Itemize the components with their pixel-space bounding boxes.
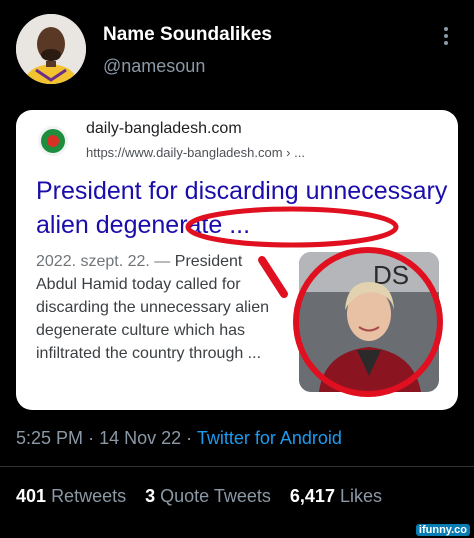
snippet-date: 2022. szept. 22. —	[36, 253, 171, 270]
separator: ·	[88, 428, 95, 448]
site-url: https://www.daily-bangladesh.com › ...	[86, 145, 305, 160]
divider	[0, 466, 474, 467]
likes-stat[interactable]: 6,417 Likes	[290, 486, 382, 506]
retweets-label: Retweets	[51, 486, 127, 506]
result-thumbnail: DS	[299, 252, 439, 392]
attached-screenshot[interactable]: daily-bangladesh.com https://www.daily-b…	[16, 110, 458, 410]
quote-tweets-count: 3	[145, 486, 156, 506]
retweets-count: 401	[16, 486, 47, 506]
result-title: President for discarding unnecessary ali…	[36, 177, 448, 239]
result-snippet: 2022. szept. 22. — President Abdul Hamid…	[36, 250, 286, 365]
separator: ·	[186, 428, 193, 448]
tweet-time: 5:25 PM	[16, 428, 84, 448]
more-vertical-icon[interactable]	[440, 24, 452, 54]
likes-label: Likes	[339, 486, 382, 506]
retweets-stat[interactable]: 401 Retweets	[16, 486, 126, 506]
user-handle[interactable]: @namesoun	[103, 56, 205, 77]
quote-tweets-stat[interactable]: 3 Quote Tweets	[145, 486, 271, 506]
quote-tweets-label: Quote Tweets	[160, 486, 271, 506]
site-logo-icon	[38, 126, 68, 156]
tweet-metadata: 5:25 PM · 14 Nov 22 · Twitter for Androi…	[16, 428, 342, 449]
client-link[interactable]: Twitter for Android	[197, 428, 342, 448]
watermark: ifunny.co	[415, 524, 470, 536]
likes-count: 6,417	[289, 486, 335, 506]
tweet-date: 14 Nov 22	[99, 428, 182, 448]
site-name: daily-bangladesh.com	[86, 120, 242, 137]
engagement-stats: 401 Retweets 3 Quote Tweets 6,417 Likes	[16, 486, 396, 507]
avatar[interactable]	[16, 14, 86, 84]
display-name[interactable]: Name Soundalikes	[103, 24, 272, 46]
tweet-header: Name Soundalikes @namesoun	[0, 0, 474, 100]
